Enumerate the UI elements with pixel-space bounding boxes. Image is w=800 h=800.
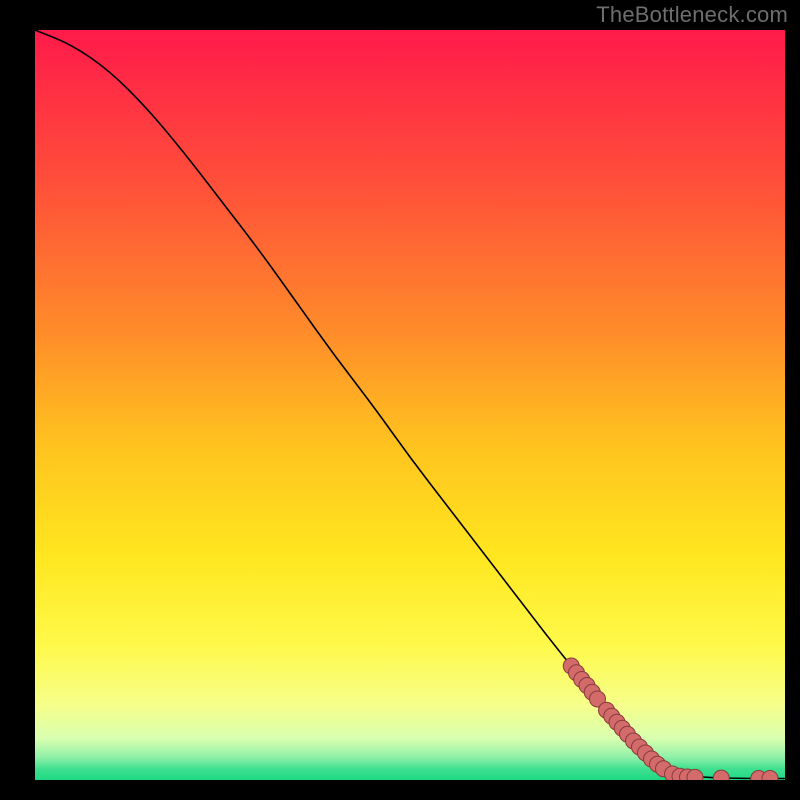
gradient-background: [35, 30, 785, 780]
plot-area: [35, 30, 785, 780]
chart-svg: [35, 30, 785, 780]
attribution-text: TheBottleneck.com: [596, 2, 788, 28]
chart-frame: TheBottleneck.com: [0, 0, 800, 800]
